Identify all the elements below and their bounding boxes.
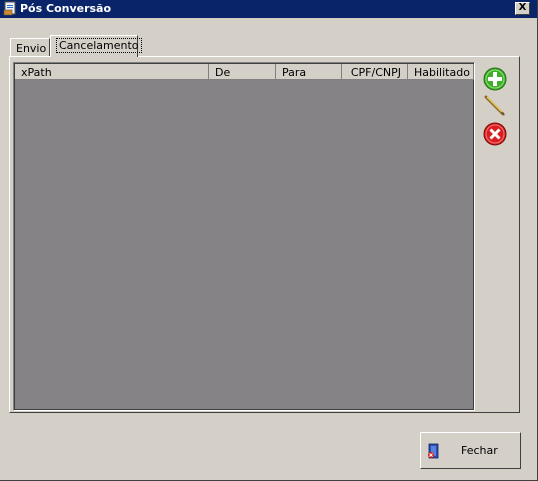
column-header-para[interactable]: Para	[276, 64, 342, 80]
dialog-window: Pós Conversão X Envio Cancelamento xPath…	[0, 0, 538, 481]
app-icon	[3, 1, 16, 16]
tab-envio[interactable]: Envio	[10, 38, 50, 57]
tab-cancelamento-label: Cancelamento	[56, 38, 142, 53]
plus-circle-icon	[483, 67, 507, 91]
fechar-button[interactable]: Fechar	[420, 432, 521, 469]
column-header-habilitado[interactable]: Habilitado	[408, 64, 474, 80]
x-circle-icon	[483, 122, 507, 146]
fechar-label: Fechar	[461, 444, 498, 457]
pencil-icon	[484, 95, 505, 116]
tab-cancelamento[interactable]: Cancelamento	[50, 35, 142, 57]
delete-button[interactable]	[482, 121, 508, 147]
grid-body[interactable]: xPath De Para CPF/CNPJ Habilitado	[15, 64, 474, 409]
column-header-de[interactable]: De	[209, 64, 276, 80]
door-exit-icon	[428, 443, 439, 459]
edit-button[interactable]	[482, 93, 508, 119]
column-header-cpf-cnpj[interactable]: CPF/CNPJ	[342, 64, 408, 80]
close-icon: X	[518, 2, 527, 13]
tab-envio-label: Envio	[16, 42, 47, 55]
column-header-xpath[interactable]: xPath	[15, 64, 209, 80]
add-button[interactable]	[482, 66, 508, 92]
rules-grid[interactable]: xPath De Para CPF/CNPJ Habilitado	[13, 62, 475, 411]
close-button[interactable]: X	[515, 2, 530, 15]
title-bar[interactable]: Pós Conversão X	[0, 0, 537, 18]
window-title: Pós Conversão	[20, 2, 112, 15]
grid-header: xPath De Para CPF/CNPJ Habilitado	[15, 64, 474, 80]
